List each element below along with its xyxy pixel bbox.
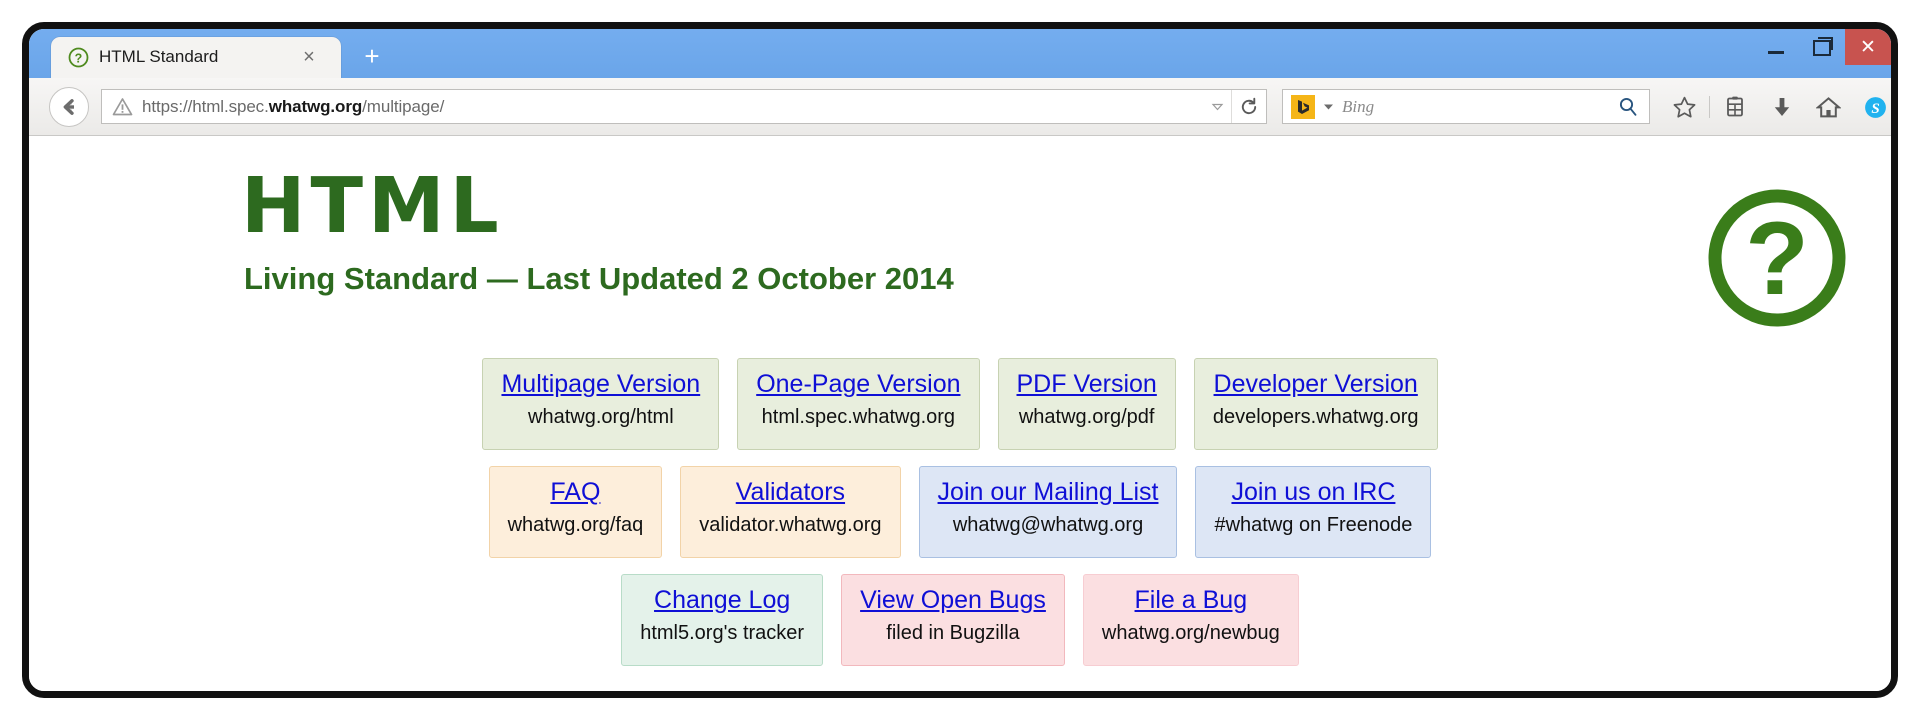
link-pdf-version[interactable]: PDF Version — [1017, 370, 1157, 399]
navigation-toolbar: https://html.spec.whatwg.org/multipage/ — [29, 78, 1891, 136]
sublabel-mailing-list: whatwg@whatwg.org — [952, 514, 1144, 536]
address-bar[interactable]: https://html.spec.whatwg.org/multipage/ — [101, 89, 1267, 124]
warning-triangle-icon[interactable] — [112, 96, 133, 117]
url-scheme: https://html.spec. — [142, 96, 269, 116]
toolbar-icon-group: S — [1661, 87, 1891, 127]
favicon-question-mark-circle-icon: ? — [68, 47, 89, 68]
svg-text:S: S — [1871, 101, 1879, 117]
sublabel-irc: #whatwg on Freenode — [1214, 514, 1413, 536]
sublabel-faq: whatwg.org/faq — [507, 514, 644, 536]
community-row: FAQ whatwg.org/faq Validators validator.wha… — [29, 466, 1891, 558]
restore-icon — [1813, 37, 1833, 56]
link-box-multipage-version[interactable]: Multipage Version whatwg.org/html — [482, 358, 720, 450]
link-validators[interactable]: Validators — [699, 478, 881, 507]
toolbar-separator — [1709, 96, 1710, 118]
link-box-pdf-version[interactable]: PDF Version whatwg.org/pdf — [997, 358, 1176, 450]
link-irc[interactable]: Join us on IRC — [1214, 478, 1412, 507]
url-path: /multipage/ — [362, 96, 445, 116]
sublabel-multipage-version: whatwg.org/html — [528, 406, 674, 428]
url-host: whatwg.org — [268, 96, 363, 116]
link-box-irc[interactable]: Join us on IRC #whatwg on Freenode — [1195, 466, 1432, 558]
new-tab-button[interactable]: + — [359, 43, 385, 69]
chevron-down-icon[interactable] — [1203, 99, 1231, 114]
window-minimize-button[interactable] — [1753, 29, 1799, 65]
url-text: https://html.spec.whatwg.org/multipage/ — [142, 97, 444, 117]
link-multipage-version[interactable]: Multipage Version — [501, 370, 700, 399]
link-box-mailing-list[interactable]: Join our Mailing List whatwg@whatwg.org — [918, 466, 1178, 558]
search-icon[interactable] — [1616, 95, 1640, 124]
link-box-view-open-bugs[interactable]: View Open Bugs filed in Bugzilla — [841, 574, 1065, 666]
whatwg-question-mark-logo: ? — [1703, 184, 1851, 332]
reading-list-icon[interactable] — [1711, 87, 1758, 127]
sublabel-developer-version: developers.whatwg.org — [1212, 406, 1419, 428]
sublabel-validators: validator.whatwg.org — [699, 514, 882, 536]
window-close-button[interactable]: ✕ — [1845, 29, 1891, 65]
link-box-grid: Multipage Version whatwg.org/html One-Page… — [29, 358, 1891, 682]
search-engine-chevron-down-icon[interactable] — [1323, 98, 1334, 116]
browser-window: ? HTML Standard × + ✕ https://html.spec.… — [22, 22, 1898, 698]
svg-text:?: ? — [75, 51, 83, 65]
address-bar-actions — [1203, 90, 1266, 123]
download-arrow-icon[interactable] — [1758, 87, 1805, 127]
versions-row: Multipage Version whatwg.org/html One-Page… — [29, 358, 1891, 450]
page-title: HTML — [241, 162, 504, 251]
screenshot-root: ? HTML Standard × + ✕ https://html.spec.… — [0, 0, 1920, 720]
back-button[interactable] — [49, 87, 89, 127]
link-faq[interactable]: FAQ — [508, 478, 644, 507]
link-box-faq[interactable]: FAQ whatwg.org/faq — [488, 466, 663, 558]
back-arrow-icon — [63, 99, 74, 115]
link-one-page-version[interactable]: One-Page Version — [756, 370, 960, 399]
search-input-placeholder: Bing — [1342, 96, 1375, 116]
tab-html-standard[interactable]: ? HTML Standard × — [51, 37, 341, 78]
tab-close-icon[interactable]: × — [299, 47, 319, 67]
link-view-open-bugs[interactable]: View Open Bugs — [860, 586, 1046, 615]
page-heading-block: HTML Living Standard — Last Updated 2 Oc… — [241, 168, 954, 294]
bookmark-star-icon[interactable] — [1661, 87, 1708, 127]
page-content: ? HTML Living Standard — Last Updated 2 … — [29, 136, 1891, 691]
window-restore-button[interactable] — [1799, 29, 1845, 65]
link-file-a-bug[interactable]: File a Bug — [1102, 586, 1280, 615]
link-change-log[interactable]: Change Log — [640, 586, 804, 615]
link-box-change-log[interactable]: Change Log html5.org's tracker — [621, 574, 824, 666]
tracking-row: Change Log html5.org's tracker View Open B… — [29, 574, 1891, 666]
sublabel-one-page-version: html.spec.whatwg.org — [761, 406, 956, 428]
svg-text:?: ? — [1745, 201, 1809, 317]
link-developer-version[interactable]: Developer Version — [1213, 370, 1419, 399]
bing-logo-icon[interactable] — [1291, 94, 1315, 119]
link-box-validators[interactable]: Validators validator.whatwg.org — [680, 466, 901, 558]
sublabel-view-open-bugs: filed in Bugzilla — [886, 622, 1020, 644]
link-box-file-a-bug[interactable]: File a Bug whatwg.org/newbug — [1082, 574, 1299, 666]
tab-title: HTML Standard — [99, 47, 219, 66]
minimize-icon — [1768, 50, 1784, 54]
page-subtitle: Living Standard — Last Updated 2 October… — [244, 261, 954, 296]
home-icon[interactable] — [1805, 87, 1852, 127]
reload-icon[interactable] — [1231, 90, 1266, 123]
link-mailing-list[interactable]: Join our Mailing List — [938, 478, 1159, 507]
skype-icon[interactable]: S — [1852, 87, 1891, 127]
tab-strip: ? HTML Standard × + ✕ — [29, 29, 1891, 78]
search-bar[interactable]: Bing — [1282, 89, 1650, 124]
window-controls: ✕ — [1753, 29, 1891, 78]
sublabel-file-a-bug: whatwg.org/newbug — [1101, 622, 1280, 644]
link-box-developer-version[interactable]: Developer Version developers.whatwg.org — [1193, 358, 1438, 450]
link-box-one-page-version[interactable]: One-Page Version html.spec.whatwg.org — [737, 358, 980, 450]
sublabel-change-log: html5.org's tracker — [640, 622, 805, 644]
sublabel-pdf-version: whatwg.org/pdf — [1018, 406, 1155, 428]
